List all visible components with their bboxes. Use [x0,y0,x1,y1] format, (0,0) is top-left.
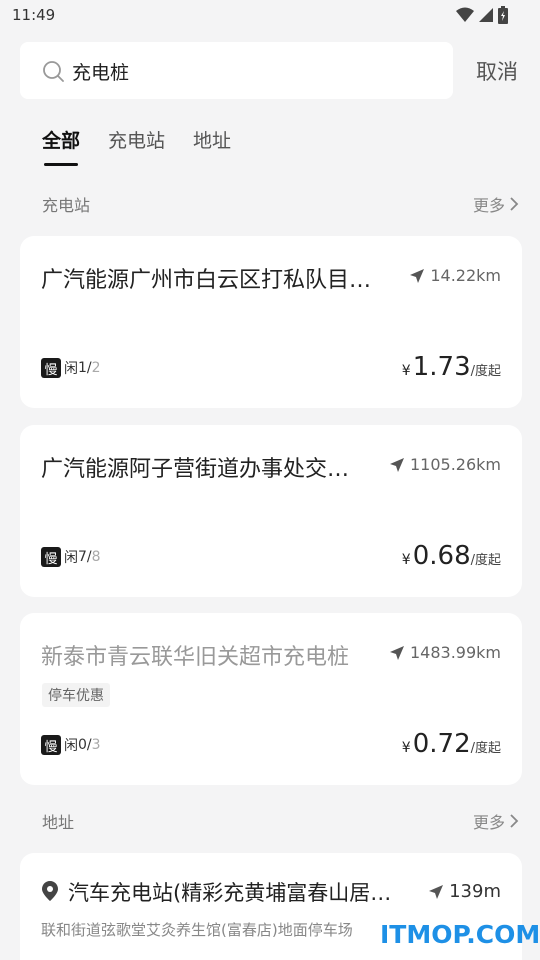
slot-availability: 慢 闲 1/2 [41,358,101,378]
station-distance: 14.22km [410,266,501,285]
address-name: 汽车充电站(精彩充黄埔富春山居… [68,881,392,905]
stations-section-header: 充电站 更多 [42,192,522,216]
search-query[interactable]: 充电桩 [72,58,129,85]
address-distance: 139m [429,881,501,902]
station-card[interactable]: 新泰市青云联华旧关超市充电桩 1483.99km 停车优惠 慢 闲 0/3 ¥ 0… [20,613,522,785]
price-unit: /度起 [470,741,501,756]
battery-icon [498,6,508,24]
status-bar: 11:49 [0,0,540,32]
price-unit: /度起 [470,553,501,568]
currency: ¥ [401,363,411,379]
status-time: 11:49 [12,6,56,24]
idle-count: 0 [78,737,87,753]
idle-label: 闲 [64,361,78,377]
total-count: 2 [91,360,101,376]
station-distance: 1483.99km [389,643,501,662]
idle-label: 闲 [64,550,78,566]
more-label: 更多 [472,196,505,215]
navigation-arrow-icon [389,645,404,660]
station-price: ¥ 0.68 /度起 [402,541,501,571]
distance-value: 1105.26km [409,455,501,474]
price-value: 1.73 [412,352,471,382]
total-count: 3 [91,737,101,753]
search-icon [43,61,64,82]
slow-charge-badge: 慢 [41,358,61,378]
currency: ¥ [401,552,411,568]
station-price: ¥ 0.72 /度起 [402,729,501,759]
slow-charge-badge: 慢 [41,735,61,755]
chevron-right-icon [510,814,519,828]
status-icons [456,6,508,24]
section-title: 充电站 [42,196,91,215]
more-label: 更多 [472,813,505,832]
currency: ¥ [401,740,411,756]
navigation-arrow-icon [389,457,404,472]
station-card[interactable]: 广汽能源广州市白云区打私队目… 14.22km 慢 闲 1/2 ¥ 1.73 /度… [20,236,522,408]
watermark-logo: ITMOP.COM [380,920,540,949]
distance-value: 1483.99km [409,643,501,662]
station-card[interactable]: 广汽能源阿子营街道办事处交… 1105.26km 慢 闲 7/8 ¥ 0.68 /… [20,425,522,597]
slot-availability: 慢 闲 7/8 [41,547,101,567]
parking-discount-tag: 停车优惠 [42,683,110,707]
tab-address[interactable]: 地址 [193,126,231,153]
navigation-arrow-icon [429,884,444,899]
price-value: 0.72 [412,729,471,759]
station-name: 广汽能源阿子营街道办事处交… [41,457,350,482]
search-input[interactable]: 充电桩 [20,42,453,99]
distance-value: 14.22km [430,266,501,285]
distance-value: 139m [449,881,501,902]
wifi-icon [456,7,474,22]
address-detail: 联和街道弦歌堂艾灸养生馆(富春店)地面停车场 [41,921,353,939]
slot-availability: 慢 闲 0/3 [41,735,101,755]
stations-more-link[interactable]: 更多 [473,192,519,216]
station-name: 广汽能源广州市白云区打私队目… [41,268,372,293]
slow-charge-badge: 慢 [41,547,61,567]
price-value: 0.68 [412,541,471,571]
station-distance: 1105.26km [389,455,501,474]
location-pin-icon [42,881,58,901]
chevron-right-icon [510,197,519,211]
address-more-link[interactable]: 更多 [473,809,519,833]
total-count: 8 [91,549,101,565]
tab-stations[interactable]: 充电站 [108,126,165,153]
idle-label: 闲 [64,738,78,754]
section-title: 地址 [42,813,75,832]
tab-all[interactable]: 全部 [42,126,80,153]
station-name: 新泰市青云联华旧关超市充电桩 [41,645,350,670]
navigation-arrow-icon [410,268,425,283]
price-unit: /度起 [470,364,501,379]
station-price: ¥ 1.73 /度起 [402,352,501,382]
cancel-button[interactable]: 取消 [476,56,518,86]
signal-icon [479,8,493,22]
idle-count: 1 [78,360,87,376]
idle-count: 7 [78,549,87,565]
tab-active-indicator [44,163,78,166]
address-section-header: 地址 更多 [42,809,522,833]
